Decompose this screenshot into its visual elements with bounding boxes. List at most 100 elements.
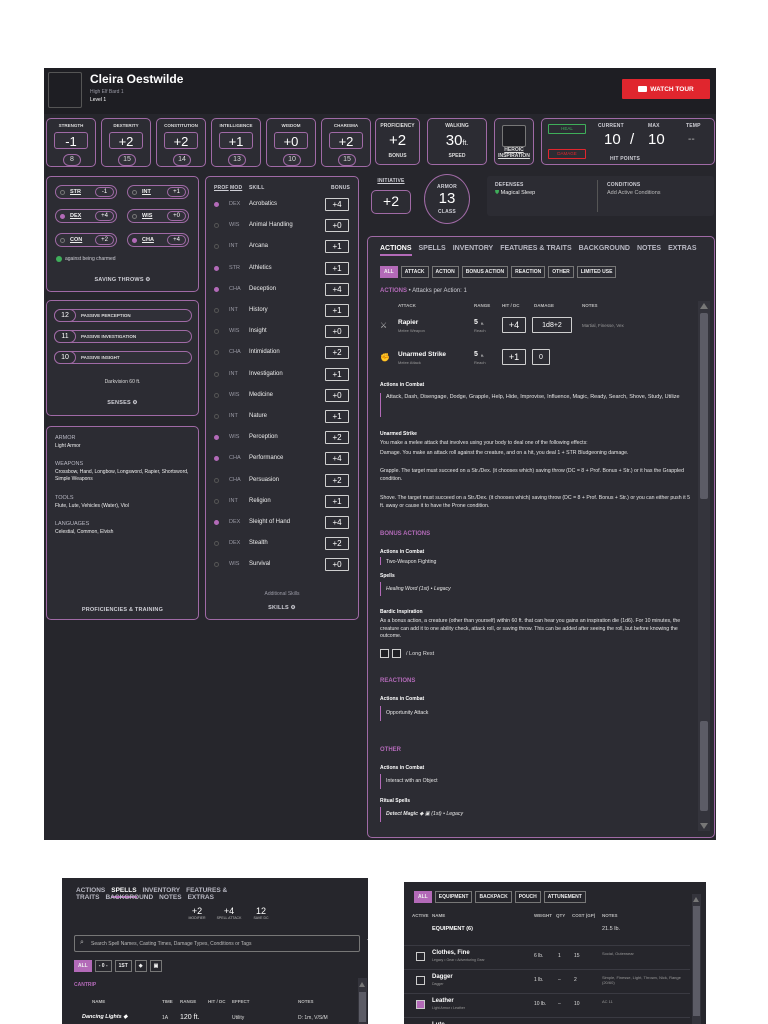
scroll-up-icon[interactable] [700, 303, 708, 309]
heroic-inspiration-card[interactable]: HEROIC INSPIRATION [494, 118, 534, 165]
skill-row[interactable]: CHA Persuasion +2 [208, 471, 356, 491]
proficiencies-title[interactable]: PROFICIENCIES & TRAINING [47, 607, 198, 613]
scroll-up-icon[interactable] [693, 897, 699, 902]
equip-checkbox[interactable] [416, 1000, 425, 1009]
inventory-item-row[interactable]: Leather Light Armor • Leather 10 lb. – 10 AC … [404, 993, 690, 1015]
inventory-item-row[interactable]: Dagger Dagger 1 lb. – 2 Simple, Finesse, Ligh… [404, 969, 690, 991]
inventory-item-row[interactable]: Clothes, Fine Legacy • Gear • Adventuring… [404, 945, 690, 967]
attack-damage-button[interactable]: 0 [532, 349, 550, 365]
heal-button[interactable]: HEAL [548, 124, 586, 134]
attack-damage-button[interactable]: 1d8+2 [532, 317, 572, 333]
filter-bonus-action[interactable]: BONUS ACTION [461, 266, 509, 278]
skill-row[interactable]: INT Arcana +1 [208, 237, 356, 257]
healing-word-spell[interactable]: Healing Word (1st) • Legacy [386, 586, 696, 594]
tab-actions[interactable]: ACTIONS [380, 245, 412, 256]
skill-row[interactable]: CHA Deception +4 [208, 280, 356, 300]
spell-level-filter[interactable]: 1ST [114, 960, 132, 972]
equip-checkbox[interactable] [416, 976, 425, 985]
add-conditions-link[interactable]: Add Active Conditions [607, 190, 661, 196]
skill-row[interactable]: WIS Perception +2 [208, 428, 356, 448]
inventory-filter[interactable]: BACKPACK [475, 891, 512, 903]
saving-throw-int[interactable]: INT +1 [127, 185, 189, 199]
attack-hit-button[interactable]: +1 [502, 349, 526, 365]
saving-throw-wis[interactable]: WIS +0 [127, 209, 189, 223]
scroll-down-icon[interactable] [700, 823, 708, 829]
hp-current-value[interactable]: 10 [604, 131, 621, 148]
skill-row[interactable]: STR Athletics +1 [208, 259, 356, 279]
inventory-filter[interactable]: EQUIPMENT [434, 891, 473, 903]
tab-extras[interactable]: EXTRAS [668, 245, 696, 252]
tab-notes[interactable]: NOTES [159, 894, 181, 901]
tab-inventory[interactable]: INVENTORY [453, 245, 493, 252]
saving-throw-str[interactable]: STR -1 [55, 185, 117, 199]
scroll-thumb[interactable] [700, 313, 708, 499]
equipment-group-heading[interactable]: EQUIPMENT (6) [432, 926, 473, 932]
skill-row[interactable]: INT History +1 [208, 301, 356, 321]
tab-extras[interactable]: EXTRAS [188, 894, 214, 901]
scroll-thumb[interactable] [359, 992, 366, 1022]
use-checkbox[interactable] [380, 649, 389, 658]
scroll-thumb[interactable] [693, 906, 700, 1016]
ability-card[interactable]: INTELLIGENCE +1 13 [211, 118, 261, 167]
actions-scrollbar[interactable] [698, 301, 710, 831]
skill-row[interactable]: WIS Animal Handling +0 [208, 216, 356, 236]
filter-action[interactable]: ACTION [431, 266, 459, 278]
tab-notes[interactable]: NOTES [637, 245, 661, 252]
skill-row[interactable]: DEX Stealth +2 [208, 534, 356, 554]
skill-row[interactable]: CHA Performance +4 [208, 449, 356, 469]
use-checkbox[interactable] [392, 649, 401, 658]
inventory-item-row[interactable]: LuteLegacy • Gear2 lb.135Instrument [404, 1017, 690, 1024]
interact-object[interactable]: Interact with an Object [386, 778, 696, 786]
damage-button[interactable]: DAMAGE [548, 149, 586, 159]
tab-background[interactable]: BACKGROUND [579, 245, 630, 252]
dash-icon[interactable] [416, 952, 425, 961]
tab-inventory[interactable]: INVENTORY [143, 887, 181, 894]
inventory-filter[interactable]: POUCH [514, 891, 541, 903]
skill-row[interactable]: WIS Survival +0 [208, 555, 356, 575]
skill-row[interactable]: WIS Medicine +0 [208, 386, 356, 406]
tab-features-traits[interactable]: FEATURES & TRAITS [500, 245, 571, 252]
character-level[interactable]: Level 1 [90, 97, 106, 103]
initiative-value[interactable]: +2 [371, 190, 411, 214]
attack-row[interactable]: ⚔ Rapier Melee Weapon 5 ft. Reach +4 1d8+2 Marti… [368, 313, 698, 341]
senses-title[interactable]: SENSES ⚙ [47, 400, 198, 406]
saving-throw-dex[interactable]: DEX +4 [55, 209, 117, 223]
skill-row[interactable]: INT Investigation +1 [208, 365, 356, 385]
watch-tour-button[interactable]: WATCH TOUR [622, 79, 710, 99]
skills-title[interactable]: SKILLS ⚙ [206, 605, 358, 611]
inventory-filter[interactable]: ALL [414, 891, 432, 903]
skill-row[interactable]: DEX Acrobatics +4 [208, 195, 356, 215]
spell-search-input[interactable]: ⌕ Search Spell Names, Casting Times, Dam… [74, 935, 360, 952]
skill-row[interactable]: DEX Sleight of Hand +4 [208, 513, 356, 533]
inventory-scrollbar[interactable] [692, 894, 701, 1024]
tab-actions[interactable]: ACTIONS [76, 887, 105, 894]
tab-background[interactable]: BACKGROUND [105, 894, 153, 901]
ability-card[interactable]: DEXTERITY +2 15 [101, 118, 151, 167]
skill-row[interactable]: WIS Insight +0 [208, 322, 356, 342]
two-weapon-fighting[interactable]: Two-Weapon Fighting [386, 559, 696, 565]
filter-limited-use[interactable]: LIMITED USE [576, 266, 617, 278]
hp-temp-value[interactable]: -- [688, 134, 695, 145]
spell-level-filter[interactable]: ◆ [134, 960, 147, 972]
spell-level-filter[interactable]: - 0 - [94, 960, 112, 972]
ability-card[interactable]: CHARISMA +2 15 [321, 118, 371, 167]
ability-card[interactable]: CONSTITUTION +2 14 [156, 118, 206, 167]
scroll-up-icon[interactable] [359, 982, 365, 987]
saving-throw-cha[interactable]: CHA +4 [127, 233, 189, 247]
filter-reaction[interactable]: REACTION [511, 266, 546, 278]
spell-level-filter[interactable]: ▣ [149, 960, 163, 972]
skill-row[interactable]: INT Nature +1 [208, 407, 356, 427]
saving-throws-title[interactable]: SAVING THROWS ⚙ [47, 277, 198, 283]
ability-card[interactable]: STRENGTH -1 8 [46, 118, 96, 167]
skill-row[interactable]: INT Religion +1 [208, 492, 356, 512]
heroic-inspiration-box[interactable] [502, 125, 526, 147]
inventory-filter[interactable]: ATTUNEMENT [543, 891, 586, 903]
actions-in-combat-list[interactable]: Attack, Dash, Disengage, Dodge, Grapple,… [386, 394, 686, 402]
detect-magic-spell[interactable]: Detect Magic ◆ ▣ (1st) • Legacy [386, 811, 696, 819]
filter-other[interactable]: OTHER [548, 266, 574, 278]
filter-all[interactable]: ALL [380, 266, 398, 278]
filter-icon[interactable]: ▼ [366, 938, 368, 945]
ability-card[interactable]: WISDOM +0 10 [266, 118, 316, 167]
additional-skills-link[interactable]: Additional Skills [206, 591, 358, 597]
attack-row[interactable]: ✊ Unarmed Strike Melee Attack 5 ft. Reach +1 0 [368, 345, 698, 373]
